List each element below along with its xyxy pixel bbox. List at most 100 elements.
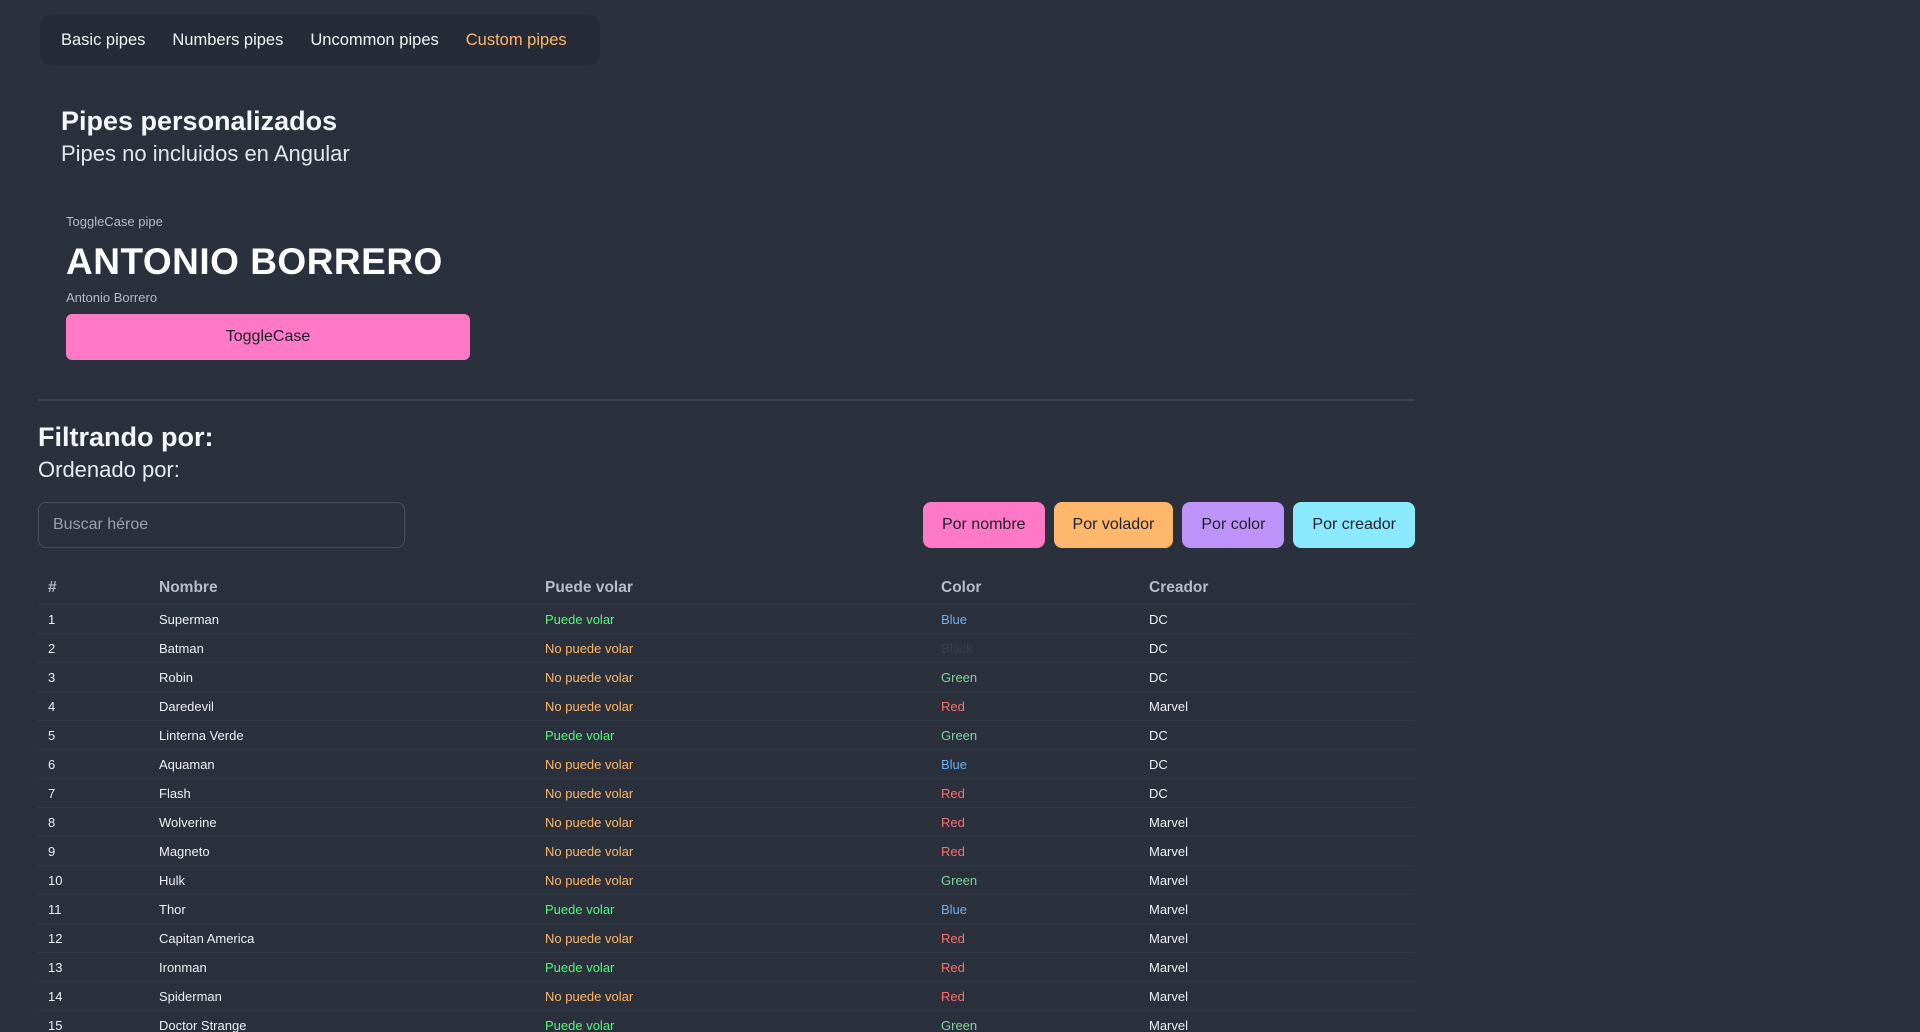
hero-number: 14 [38,981,149,1011]
table-row: 14 Spiderman No puede volar Red Marvel [38,981,1415,1011]
togglecase-original: Antonio Borrero [66,290,158,305]
table-row: 2 Batman No puede volar Black DC [38,633,1415,663]
hero-can-fly: No puede volar [535,778,931,808]
hero-number: 3 [38,662,149,692]
order-title: Ordenado por: [38,457,180,482]
hero-can-fly: No puede volar [535,749,931,779]
table-row: 10 Hulk No puede volar Green Marvel [38,865,1415,895]
hero-number: 2 [38,633,149,663]
sort-by-creator-button[interactable]: Por creador [1293,502,1415,548]
nav-link-basic-pipes[interactable]: Basic pipes [61,31,145,50]
table-row: 5 Linterna Verde Puede volar Green DC [38,720,1415,750]
hero-name: Thor [149,894,535,924]
hero-can-fly: No puede volar [535,981,931,1011]
hero-color: Red [931,981,1139,1011]
hero-number: 8 [38,807,149,837]
sort-by-flyer-button[interactable]: Por volador [1053,502,1174,548]
hero-name: Robin [149,662,535,692]
hero-color: Green [931,1010,1139,1032]
hero-number: 6 [38,749,149,779]
hero-name: Wolverine [149,807,535,837]
hero-name: Daredevil [149,691,535,721]
hero-color: Red [931,807,1139,837]
hero-number: 4 [38,691,149,721]
search-hero-input[interactable] [38,502,405,548]
hero-creator: Marvel [1139,1010,1415,1032]
hero-creator: Marvel [1139,807,1415,837]
column-header-can-fly: Puede volar [535,572,931,605]
hero-name: Batman [149,633,535,663]
hero-creator: Marvel [1139,836,1415,866]
nav-link-custom-pipes[interactable]: Custom pipes [466,31,567,50]
hero-number: 15 [38,1010,149,1032]
hero-color: Red [931,691,1139,721]
table-row: 11 Thor Puede volar Blue Marvel [38,894,1415,924]
hero-number: 1 [38,604,149,634]
page-header: Pipes personalizados Pipes no incluidos … [61,104,350,170]
table-row: 4 Daredevil No puede volar Red Marvel [38,691,1415,721]
heroes-table-body: 1 Superman Puede volar Blue DC 2 Batman No pued… [38,604,1415,1032]
togglecase-button[interactable]: ToggleCase [66,314,470,360]
hero-number: 5 [38,720,149,750]
hero-name: Superman [149,604,535,634]
togglecase-result: ANTONIO BORRERO [66,241,443,282]
heroes-table: # Nombre Puede volar Color Creador 1 Supe… [38,572,1415,1032]
page: Basic pipes Numbers pipes Uncommon pipes… [0,0,1920,1032]
hero-color: Red [931,952,1139,982]
hero-can-fly: No puede volar [535,662,931,692]
hero-color: Blue [931,604,1139,634]
hero-name: Ironman [149,952,535,982]
sort-by-color-button[interactable]: Por color [1182,502,1285,548]
hero-can-fly: Puede volar [535,720,931,750]
hero-can-fly: No puede volar [535,691,931,721]
hero-can-fly: Puede volar [535,952,931,982]
hero-color: Red [931,778,1139,808]
table-row: 3 Robin No puede volar Green DC [38,662,1415,692]
filter-title: Filtrando por: [38,422,214,452]
table-row: 8 Wolverine No puede volar Red Marvel [38,807,1415,837]
hero-color: Green [931,720,1139,750]
hero-color: Green [931,662,1139,692]
hero-number: 13 [38,952,149,982]
column-header-color: Color [931,572,1139,605]
table-row: 6 Aquaman No puede volar Blue DC [38,749,1415,779]
table-header-row: # Nombre Puede volar Color Creador [38,572,1415,605]
hero-number: 11 [38,894,149,924]
hero-creator: Marvel [1139,865,1415,895]
togglecase-label: ToggleCase pipe [66,214,163,229]
table-row: 9 Magneto No puede volar Red Marvel [38,836,1415,866]
hero-creator: Marvel [1139,981,1415,1011]
table-row: 7 Flash No puede volar Red DC [38,778,1415,808]
hero-number: 12 [38,923,149,953]
hero-can-fly: No puede volar [535,633,931,663]
hero-color: Red [931,923,1139,953]
hero-name: Doctor Strange [149,1010,535,1032]
hero-name: Flash [149,778,535,808]
hero-creator: DC [1139,662,1415,692]
sort-buttons: Por nombre Por volador Por color Por cre… [922,502,1415,548]
hero-name: Linterna Verde [149,720,535,750]
hero-creator: Marvel [1139,894,1415,924]
hero-creator: DC [1139,720,1415,750]
divider [38,399,1415,401]
column-header-creator: Creador [1139,572,1415,605]
table-row: 12 Capitan America No puede volar Red Marvel [38,923,1415,953]
nav-link-uncommon-pipes[interactable]: Uncommon pipes [310,31,438,50]
togglecase-card: ToggleCase pipe ANTONIO BORRERO Antonio … [66,212,470,360]
hero-color: Black [931,633,1139,663]
hero-creator: DC [1139,604,1415,634]
sort-by-name-button[interactable]: Por nombre [922,502,1045,548]
hero-name: Aquaman [149,749,535,779]
hero-can-fly: Puede volar [535,604,931,634]
hero-creator: DC [1139,749,1415,779]
table-row: 15 Doctor Strange Puede volar Green Marvel [38,1010,1415,1032]
hero-can-fly: Puede volar [535,1010,931,1032]
hero-color: Green [931,865,1139,895]
hero-color: Blue [931,749,1139,779]
hero-name: Hulk [149,865,535,895]
hero-creator: Marvel [1139,691,1415,721]
hero-can-fly: Puede volar [535,894,931,924]
hero-can-fly: No puede volar [535,807,931,837]
hero-creator: Marvel [1139,952,1415,982]
nav-link-numbers-pipes[interactable]: Numbers pipes [172,31,283,50]
